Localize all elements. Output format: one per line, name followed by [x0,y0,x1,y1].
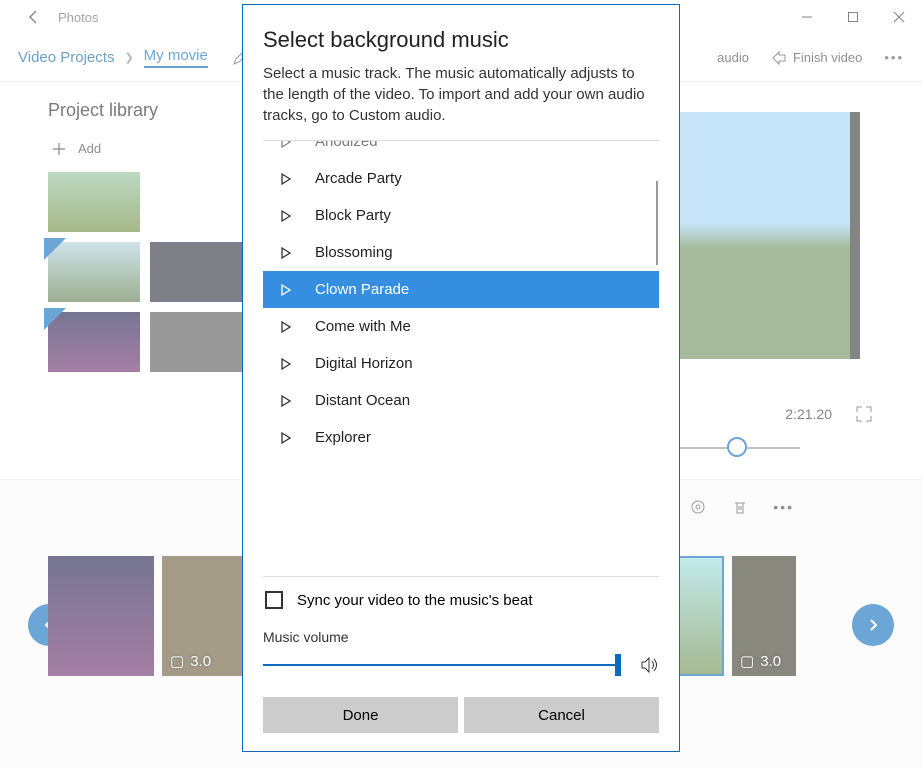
track-label: Blossoming [315,244,393,261]
play-icon[interactable] [279,283,293,297]
volume-icon[interactable] [639,655,659,675]
play-icon[interactable] [279,140,293,149]
play-icon[interactable] [279,172,293,186]
track-item[interactable]: Digital Horizon [263,345,659,382]
sync-checkbox[interactable] [265,591,283,609]
track-label: Come with Me [315,318,411,335]
track-item[interactable]: Clown Parade [263,271,659,308]
background-music-dialog: Select background music Select a music t… [242,4,680,752]
play-icon[interactable] [279,246,293,260]
track-label: Anodized [315,140,378,150]
track-label: Distant Ocean [315,392,410,409]
cancel-button[interactable]: Cancel [464,697,659,733]
sync-label: Sync your video to the music's beat [297,592,532,609]
play-icon[interactable] [279,431,293,445]
dialog-description: Select a music track. The music automati… [263,63,659,126]
track-item[interactable]: Anodized [263,140,659,160]
track-scrollbar[interactable] [656,181,658,265]
track-label: Arcade Party [315,170,402,187]
done-button[interactable]: Done [263,697,458,733]
play-icon[interactable] [279,394,293,408]
volume-slider[interactable] [263,664,621,666]
track-item[interactable]: Come with Me [263,308,659,345]
play-icon[interactable] [279,320,293,334]
track-item[interactable]: Distant Ocean [263,382,659,419]
track-label: Digital Horizon [315,355,413,372]
track-item[interactable]: Blossoming [263,234,659,271]
play-icon[interactable] [279,357,293,371]
track-list[interactable]: Anodized Arcade Party Block Party Blossomin… [263,140,659,576]
play-icon[interactable] [279,209,293,223]
track-item[interactable]: Block Party [263,197,659,234]
dialog-title: Select background music [263,27,659,53]
track-label: Explorer [315,429,371,446]
track-label: Block Party [315,207,391,224]
track-label: Clown Parade [315,281,409,298]
track-item[interactable]: Explorer [263,419,659,456]
volume-label: Music volume [263,629,659,645]
track-item[interactable]: Arcade Party [263,160,659,197]
